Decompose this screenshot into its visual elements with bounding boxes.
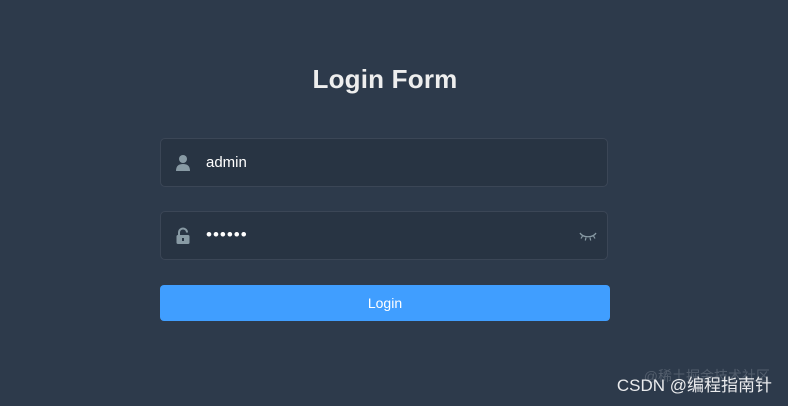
password-field[interactable]: •••••• — [160, 211, 608, 260]
password-input[interactable]: •••••• — [206, 226, 248, 244]
watermark: CSDN @编程指南针 — [616, 376, 772, 395]
lock-icon — [175, 227, 191, 245]
username-input[interactable]: admin — [206, 154, 247, 172]
page-title: Login Form — [312, 64, 458, 94]
user-icon — [175, 154, 191, 172]
login-button[interactable]: Login — [160, 285, 610, 321]
eye-closed-icon[interactable] — [579, 229, 597, 243]
username-field[interactable]: admin — [160, 138, 608, 187]
